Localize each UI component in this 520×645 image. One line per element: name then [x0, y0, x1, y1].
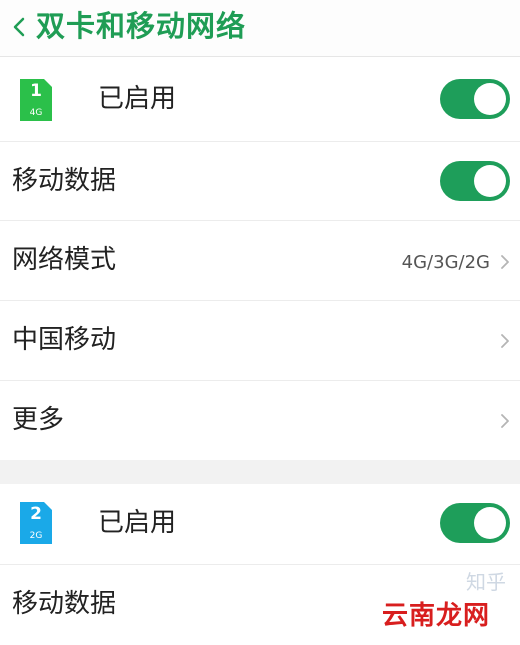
carrier-row[interactable]: 中国移动 [0, 301, 520, 381]
sim2-network-type: 2G [29, 531, 43, 541]
sim2-mobile-data-label: 移动数据 [12, 589, 117, 619]
network-mode-value: 4G/3G/2G [401, 252, 490, 273]
sim1-mobile-data-toggle[interactable] [440, 161, 510, 201]
sim2-enabled-row: 2 2G 已启用 [0, 484, 520, 565]
chevron-right-icon [501, 334, 509, 348]
page-title: 双卡和移动网络 [36, 9, 247, 43]
section-divider [0, 460, 520, 484]
sim1-network-type: 4G [29, 108, 43, 118]
header-bar: 双卡和移动网络 [0, 0, 520, 57]
chevron-right-icon [501, 414, 509, 428]
sim2-card-icon: 2 2G [20, 502, 52, 544]
network-mode-label: 网络模式 [12, 245, 117, 275]
toggle-knob [474, 507, 506, 539]
sim1-enabled-row: 1 4G 已启用 [0, 57, 520, 142]
sim2-enabled-label: 已启用 [98, 508, 177, 538]
carrier-label: 中国移动 [12, 325, 117, 355]
chevron-right-icon [501, 255, 509, 269]
network-mode-row[interactable]: 网络模式 4G/3G/2G [0, 221, 520, 301]
sim1-enabled-label: 已启用 [98, 84, 177, 114]
faint-watermark: 知乎 [466, 570, 506, 594]
toggle-knob [474, 83, 506, 115]
toggle-knob [474, 165, 506, 197]
sim2-enabled-toggle[interactable] [440, 503, 510, 543]
site-watermark: 云南龙网 [381, 601, 490, 631]
sim1-enabled-toggle[interactable] [440, 79, 510, 119]
sim2-number: 2 [30, 504, 42, 524]
sim1-mobile-data-row: 移动数据 [0, 142, 520, 221]
more-row[interactable]: 更多 [0, 381, 520, 460]
sim1-card-icon: 1 4G [20, 79, 52, 121]
sim1-mobile-data-label: 移动数据 [12, 166, 117, 196]
back-arrow-icon[interactable] [10, 16, 28, 38]
sim1-number: 1 [30, 81, 42, 101]
more-label: 更多 [12, 405, 65, 435]
